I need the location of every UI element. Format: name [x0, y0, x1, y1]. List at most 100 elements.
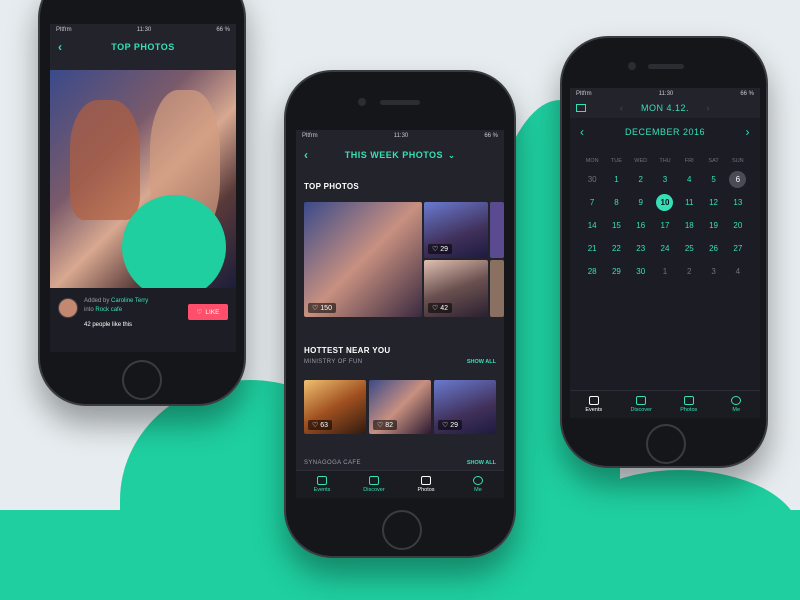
prev-month-icon[interactable]: ‹	[580, 125, 585, 139]
avatar[interactable]	[58, 298, 78, 318]
show-all-link-2[interactable]: SHOW ALL	[467, 460, 496, 466]
calendar-day-number: 2	[638, 174, 643, 184]
calendar-day[interactable]: 9	[629, 191, 653, 214]
calendar-day[interactable]: 26	[701, 237, 725, 260]
calendar-day[interactable]: 18	[677, 214, 701, 237]
calendar-day[interactable]: 13	[726, 191, 750, 214]
tab-photos[interactable]: Photos	[400, 471, 452, 498]
tab-discover[interactable]: Discover	[348, 471, 400, 498]
top-photo-small-2[interactable]: ♡ 42	[424, 260, 488, 317]
like-button[interactable]: ♡ LIKE	[188, 304, 228, 320]
calendar-day[interactable]: 2	[629, 168, 653, 191]
current-date: MON 4.12.	[640, 103, 689, 113]
top-photo-peek-1[interactable]	[490, 202, 504, 258]
calendar-day[interactable]: 16	[629, 214, 653, 237]
home-button[interactable]	[382, 510, 422, 550]
back-arrow-icon[interactable]: ‹	[58, 40, 63, 54]
calendar-day[interactable]: 30	[580, 168, 604, 191]
venue-name-1[interactable]: MINISTRY OF FUN	[304, 359, 362, 365]
likes-count: 42	[440, 304, 449, 312]
calendar-day[interactable]: 4	[726, 260, 750, 283]
calendar-day[interactable]: 27	[726, 237, 750, 260]
heart-icon: ♡	[432, 246, 439, 253]
calendar-day[interactable]: 25	[677, 237, 701, 260]
tab-photos[interactable]: Photos	[665, 391, 713, 418]
venue-name-2[interactable]: SYNAGOGA CAFE	[304, 460, 361, 466]
battery-text: 66 %	[216, 27, 230, 33]
top-photo-peek-2[interactable]	[490, 260, 504, 317]
speaker	[648, 64, 684, 69]
venue1-photo-3[interactable]: ♡ 29	[434, 380, 496, 434]
heart-icon: ♡	[442, 422, 449, 429]
speaker	[380, 100, 420, 105]
calendar-day[interactable]: 6	[726, 168, 750, 191]
calendar-day[interactable]: 22	[604, 237, 628, 260]
calendar-day[interactable]: 30	[629, 260, 653, 283]
calendar-day[interactable]: 1	[653, 260, 677, 283]
calendar-day-number: 4	[687, 174, 692, 184]
calendar-day[interactable]: 5	[701, 168, 725, 191]
calendar-day[interactable]: 21	[580, 237, 604, 260]
page-title: TOP PHOTOS	[111, 42, 175, 52]
venue1-photo-2[interactable]: ♡ 82	[369, 380, 431, 434]
phone-center: Pltfrm 11:30 66 % ‹ THIS WEEK PHOTOS ⌄ T…	[284, 70, 516, 558]
tab-me[interactable]: Me	[452, 471, 504, 498]
calendar-day[interactable]: 15	[604, 214, 628, 237]
home-button[interactable]	[122, 360, 162, 400]
next-day-icon[interactable]: ›	[707, 103, 711, 113]
calendar-day[interactable]: 2	[677, 260, 701, 283]
tab-bar: Events Discover Photos Me	[296, 470, 504, 498]
chevron-down-icon[interactable]: ⌄	[448, 151, 455, 160]
calendar-day-number: 5	[711, 174, 716, 184]
main-photo[interactable]	[50, 70, 236, 299]
calendar-day[interactable]: 3	[701, 260, 725, 283]
calendar-day-number: 4	[735, 266, 741, 276]
map-toggle-icon[interactable]	[576, 104, 586, 112]
calendar-day[interactable]: 29	[604, 260, 628, 283]
back-arrow-icon[interactable]: ‹	[304, 148, 309, 162]
venue1-photo-1[interactable]: ♡ 63	[304, 380, 366, 434]
tab-label: Me	[732, 407, 741, 413]
calendar-day-number: 9	[638, 197, 643, 207]
calendar-day[interactable]: 19	[701, 214, 725, 237]
top-photo-small-1[interactable]: ♡ 29	[424, 202, 488, 258]
tab-events[interactable]: Events	[570, 391, 618, 418]
calendar-day[interactable]: 28	[580, 260, 604, 283]
calendar-day[interactable]: 11	[677, 191, 701, 214]
tab-label: Discover	[630, 407, 652, 413]
battery-text: 66 %	[484, 133, 498, 139]
calendar-day[interactable]: 7	[580, 191, 604, 214]
show-all-link-1[interactable]: SHOW ALL	[467, 359, 496, 365]
tab-me[interactable]: Me	[713, 391, 761, 418]
calendar-day[interactable]: 17	[653, 214, 677, 237]
calendar-day-number: 25	[684, 243, 694, 253]
home-button[interactable]	[646, 424, 686, 464]
calendar-day[interactable]: 24	[653, 237, 677, 260]
calendar-day[interactable]: 1	[604, 168, 628, 191]
into-place[interactable]: Rock cafe	[95, 307, 122, 313]
calendar-day[interactable]: 23	[629, 237, 653, 260]
phone-right: Pltfrm 11:30 66 % ‹ MON 4.12. › ‹ DECEMB…	[560, 36, 768, 468]
background-wave-right	[560, 470, 800, 600]
prev-day-icon[interactable]: ‹	[620, 103, 624, 113]
added-by-prefix: Added by	[84, 298, 110, 304]
likes-count: 29	[450, 421, 459, 429]
calendar-day[interactable]: 4	[677, 168, 701, 191]
next-month-icon[interactable]: ›	[746, 125, 751, 139]
calendar-day[interactable]: 20	[726, 214, 750, 237]
calendar-day[interactable]: 3	[653, 168, 677, 191]
top-photo-large[interactable]: ♡ 150	[304, 202, 422, 317]
likes-badge: ♡ 29	[438, 420, 463, 430]
page-title[interactable]: THIS WEEK PHOTOS	[345, 150, 443, 160]
tab-events[interactable]: Events	[296, 471, 348, 498]
date-bar: ‹ MON 4.12. ›	[570, 100, 760, 116]
added-by-name[interactable]: Caroline Terry	[111, 298, 148, 304]
calendar-day[interactable]: 8	[604, 191, 628, 214]
tab-discover[interactable]: Discover	[618, 391, 666, 418]
calendar-day[interactable]: 12	[701, 191, 725, 214]
calendar-day[interactable]: 14	[580, 214, 604, 237]
calendar-day-number: 3	[711, 266, 716, 276]
weekday-header: FRI	[684, 158, 694, 164]
calendar-day-number: 30	[587, 174, 597, 184]
calendar-day[interactable]: 10	[653, 191, 677, 214]
